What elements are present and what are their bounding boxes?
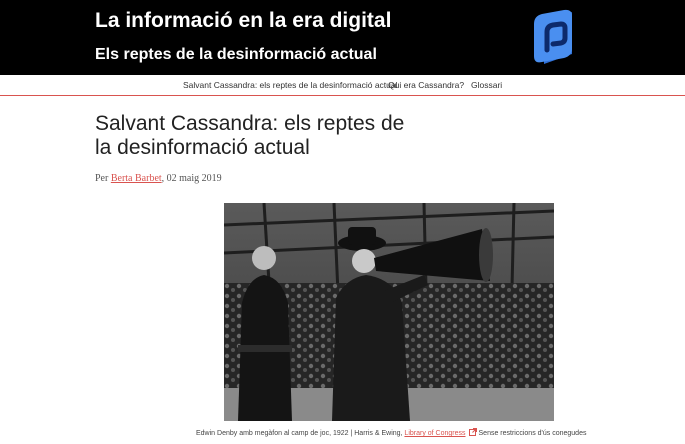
site-header: La informació en la era digital Els rept… bbox=[0, 0, 685, 75]
byline: Per Berta Barbet, 02 maig 2019 bbox=[95, 173, 222, 184]
external-link-icon[interactable] bbox=[468, 428, 477, 436]
article-date: , 02 maig 2019 bbox=[161, 173, 222, 184]
nav-item-qui-era-cassandra[interactable]: Qui era Cassandra? bbox=[388, 80, 464, 90]
caption-license: Sense restriccions d'ús conegudes bbox=[478, 430, 587, 437]
megaphone-logo-icon[interactable] bbox=[530, 8, 586, 66]
site-subtitle: Els reptes de la desinformació actual bbox=[95, 46, 377, 63]
author-link[interactable]: Berta Barbet bbox=[111, 173, 162, 184]
site-title[interactable]: La informació en la era digital bbox=[95, 9, 391, 33]
article-title: Salvant Cassandra: els reptes de la desi… bbox=[95, 112, 405, 159]
caption-text: Edwin Denby amb megàfon al camp de joc, … bbox=[196, 430, 405, 437]
nav-item-glossari[interactable]: Glossari bbox=[471, 80, 502, 90]
article-photo bbox=[224, 203, 554, 421]
main-nav: Salvant Cassandra: els reptes de la desi… bbox=[0, 75, 685, 96]
image-caption: Edwin Denby amb megàfon al camp de joc, … bbox=[196, 428, 586, 437]
nav-item-salvant-cassandra[interactable]: Salvant Cassandra: els reptes de la desi… bbox=[183, 80, 398, 90]
byline-prefix: Per bbox=[95, 173, 111, 184]
caption-source-link[interactable]: Library of Congress bbox=[404, 430, 465, 437]
